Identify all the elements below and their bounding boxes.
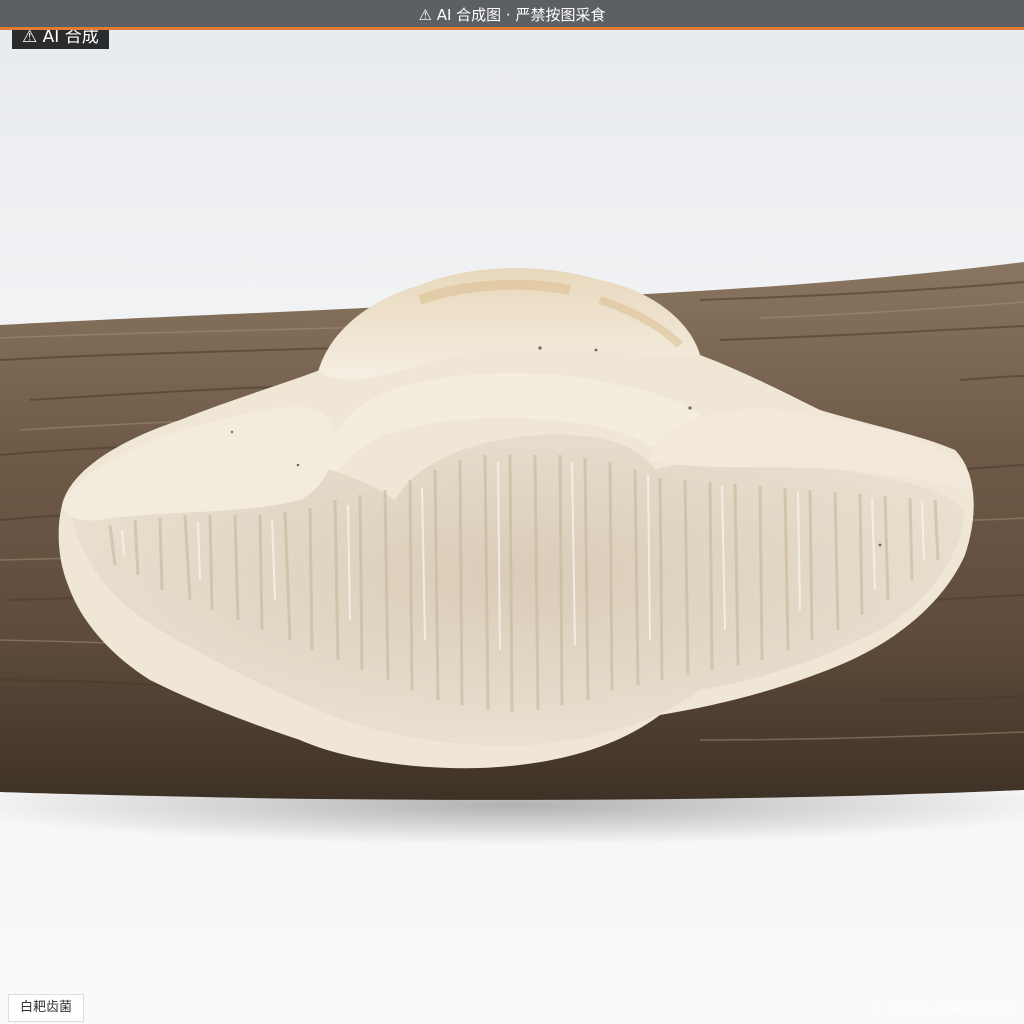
copyright-watermark: © 云菌志 · AI 合成示意图 [871, 1001, 1010, 1015]
mushroom-photo [0, 0, 1024, 1024]
species-caption: 白耙齿菌 [8, 994, 85, 1022]
ai-warning-banner: ⚠ AI 合成图 · 严禁按图采食 [0, 0, 1024, 30]
ai-generated-badge: ⚠ AI 合成 [12, 30, 109, 49]
